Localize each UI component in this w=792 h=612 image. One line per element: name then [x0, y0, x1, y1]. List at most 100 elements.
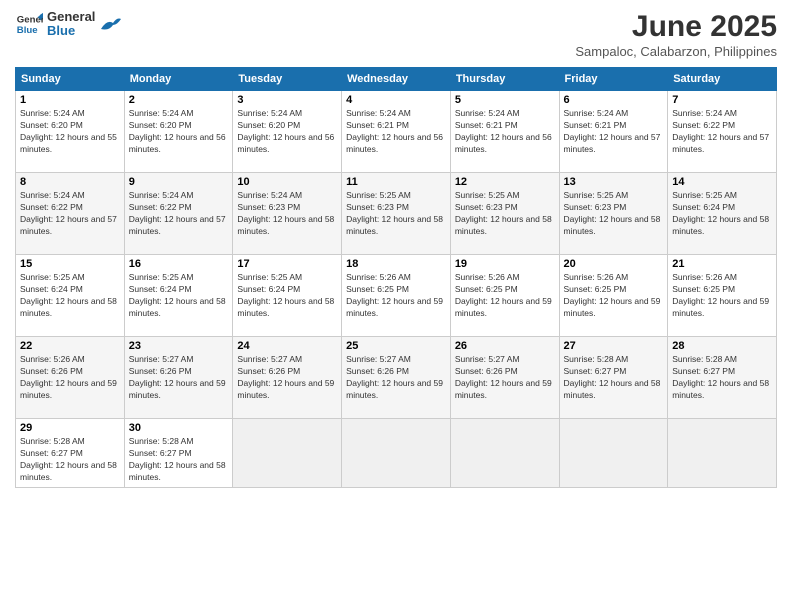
day-number: 28	[672, 340, 772, 352]
col-tuesday: Tuesday	[233, 68, 342, 91]
logo-bird-icon	[99, 15, 121, 33]
table-cell: 23 Sunrise: 5:27 AM Sunset: 6:26 PM Dayl…	[124, 337, 233, 419]
table-cell	[233, 419, 342, 488]
day-number: 25	[346, 340, 446, 352]
table-cell: 18 Sunrise: 5:26 AM Sunset: 6:25 PM Dayl…	[342, 255, 451, 337]
table-cell: 5 Sunrise: 5:24 AM Sunset: 6:21 PM Dayli…	[450, 91, 559, 173]
svg-text:Blue: Blue	[17, 25, 38, 36]
location: Sampaloc, Calabarzon, Philippines	[575, 44, 777, 59]
table-cell: 13 Sunrise: 5:25 AM Sunset: 6:23 PM Dayl…	[559, 173, 668, 255]
day-info: Sunrise: 5:25 AM Sunset: 6:23 PM Dayligh…	[564, 190, 664, 238]
calendar-table: Sunday Monday Tuesday Wednesday Thursday…	[15, 67, 777, 488]
day-info: Sunrise: 5:27 AM Sunset: 6:26 PM Dayligh…	[129, 354, 229, 402]
day-info: Sunrise: 5:25 AM Sunset: 6:24 PM Dayligh…	[672, 190, 772, 238]
table-cell: 21 Sunrise: 5:26 AM Sunset: 6:25 PM Dayl…	[668, 255, 777, 337]
logo-blue: Blue	[47, 24, 95, 38]
day-number: 15	[20, 258, 120, 270]
table-cell: 29 Sunrise: 5:28 AM Sunset: 6:27 PM Dayl…	[16, 419, 125, 488]
table-cell	[668, 419, 777, 488]
day-number: 27	[564, 340, 664, 352]
logo-icon: General Blue	[15, 10, 43, 38]
day-info: Sunrise: 5:24 AM Sunset: 6:20 PM Dayligh…	[20, 108, 120, 156]
day-number: 26	[455, 340, 555, 352]
day-number: 13	[564, 176, 664, 188]
day-info: Sunrise: 5:25 AM Sunset: 6:23 PM Dayligh…	[455, 190, 555, 238]
day-info: Sunrise: 5:26 AM Sunset: 6:25 PM Dayligh…	[346, 272, 446, 320]
day-info: Sunrise: 5:25 AM Sunset: 6:24 PM Dayligh…	[20, 272, 120, 320]
day-number: 5	[455, 94, 555, 106]
title-block: June 2025 Sampaloc, Calabarzon, Philippi…	[575, 10, 777, 59]
table-cell: 15 Sunrise: 5:25 AM Sunset: 6:24 PM Dayl…	[16, 255, 125, 337]
day-number: 19	[455, 258, 555, 270]
day-number: 8	[20, 176, 120, 188]
table-cell	[559, 419, 668, 488]
table-cell: 3 Sunrise: 5:24 AM Sunset: 6:20 PM Dayli…	[233, 91, 342, 173]
day-number: 22	[20, 340, 120, 352]
header: General Blue General Blue June 2025 Samp…	[15, 10, 777, 59]
day-number: 2	[129, 94, 229, 106]
calendar-page: General Blue General Blue June 2025 Samp…	[0, 0, 792, 612]
table-cell: 16 Sunrise: 5:25 AM Sunset: 6:24 PM Dayl…	[124, 255, 233, 337]
day-number: 16	[129, 258, 229, 270]
table-cell: 28 Sunrise: 5:28 AM Sunset: 6:27 PM Dayl…	[668, 337, 777, 419]
table-cell: 27 Sunrise: 5:28 AM Sunset: 6:27 PM Dayl…	[559, 337, 668, 419]
day-info: Sunrise: 5:24 AM Sunset: 6:22 PM Dayligh…	[672, 108, 772, 156]
day-info: Sunrise: 5:26 AM Sunset: 6:26 PM Dayligh…	[20, 354, 120, 402]
col-sunday: Sunday	[16, 68, 125, 91]
day-info: Sunrise: 5:24 AM Sunset: 6:23 PM Dayligh…	[237, 190, 337, 238]
day-info: Sunrise: 5:28 AM Sunset: 6:27 PM Dayligh…	[20, 436, 120, 484]
day-number: 24	[237, 340, 337, 352]
day-info: Sunrise: 5:25 AM Sunset: 6:24 PM Dayligh…	[237, 272, 337, 320]
table-cell: 17 Sunrise: 5:25 AM Sunset: 6:24 PM Dayl…	[233, 255, 342, 337]
col-wednesday: Wednesday	[342, 68, 451, 91]
col-monday: Monday	[124, 68, 233, 91]
day-number: 1	[20, 94, 120, 106]
day-info: Sunrise: 5:26 AM Sunset: 6:25 PM Dayligh…	[564, 272, 664, 320]
day-info: Sunrise: 5:26 AM Sunset: 6:25 PM Dayligh…	[672, 272, 772, 320]
day-number: 20	[564, 258, 664, 270]
table-cell: 10 Sunrise: 5:24 AM Sunset: 6:23 PM Dayl…	[233, 173, 342, 255]
day-info: Sunrise: 5:28 AM Sunset: 6:27 PM Dayligh…	[672, 354, 772, 402]
day-info: Sunrise: 5:25 AM Sunset: 6:23 PM Dayligh…	[346, 190, 446, 238]
table-cell: 22 Sunrise: 5:26 AM Sunset: 6:26 PM Dayl…	[16, 337, 125, 419]
table-cell: 4 Sunrise: 5:24 AM Sunset: 6:21 PM Dayli…	[342, 91, 451, 173]
day-info: Sunrise: 5:26 AM Sunset: 6:25 PM Dayligh…	[455, 272, 555, 320]
table-cell: 9 Sunrise: 5:24 AM Sunset: 6:22 PM Dayli…	[124, 173, 233, 255]
day-number: 23	[129, 340, 229, 352]
col-thursday: Thursday	[450, 68, 559, 91]
day-info: Sunrise: 5:24 AM Sunset: 6:21 PM Dayligh…	[455, 108, 555, 156]
day-info: Sunrise: 5:24 AM Sunset: 6:20 PM Dayligh…	[237, 108, 337, 156]
table-cell: 11 Sunrise: 5:25 AM Sunset: 6:23 PM Dayl…	[342, 173, 451, 255]
day-number: 4	[346, 94, 446, 106]
day-info: Sunrise: 5:24 AM Sunset: 6:21 PM Dayligh…	[564, 108, 664, 156]
header-row: Sunday Monday Tuesday Wednesday Thursday…	[16, 68, 777, 91]
day-info: Sunrise: 5:27 AM Sunset: 6:26 PM Dayligh…	[237, 354, 337, 402]
table-cell: 6 Sunrise: 5:24 AM Sunset: 6:21 PM Dayli…	[559, 91, 668, 173]
day-number: 7	[672, 94, 772, 106]
day-number: 21	[672, 258, 772, 270]
table-cell: 25 Sunrise: 5:27 AM Sunset: 6:26 PM Dayl…	[342, 337, 451, 419]
month-title: June 2025	[575, 10, 777, 44]
svg-text:General: General	[17, 15, 43, 26]
table-cell: 24 Sunrise: 5:27 AM Sunset: 6:26 PM Dayl…	[233, 337, 342, 419]
table-cell	[450, 419, 559, 488]
day-number: 29	[20, 422, 120, 434]
col-saturday: Saturday	[668, 68, 777, 91]
day-number: 17	[237, 258, 337, 270]
day-number: 12	[455, 176, 555, 188]
table-cell: 20 Sunrise: 5:26 AM Sunset: 6:25 PM Dayl…	[559, 255, 668, 337]
day-number: 6	[564, 94, 664, 106]
day-info: Sunrise: 5:27 AM Sunset: 6:26 PM Dayligh…	[455, 354, 555, 402]
table-cell: 7 Sunrise: 5:24 AM Sunset: 6:22 PM Dayli…	[668, 91, 777, 173]
day-number: 30	[129, 422, 229, 434]
table-cell: 14 Sunrise: 5:25 AM Sunset: 6:24 PM Dayl…	[668, 173, 777, 255]
day-number: 10	[237, 176, 337, 188]
day-number: 14	[672, 176, 772, 188]
table-cell: 1 Sunrise: 5:24 AM Sunset: 6:20 PM Dayli…	[16, 91, 125, 173]
day-info: Sunrise: 5:25 AM Sunset: 6:24 PM Dayligh…	[129, 272, 229, 320]
day-info: Sunrise: 5:27 AM Sunset: 6:26 PM Dayligh…	[346, 354, 446, 402]
day-number: 18	[346, 258, 446, 270]
col-friday: Friday	[559, 68, 668, 91]
logo: General Blue General Blue	[15, 10, 121, 39]
table-cell	[342, 419, 451, 488]
